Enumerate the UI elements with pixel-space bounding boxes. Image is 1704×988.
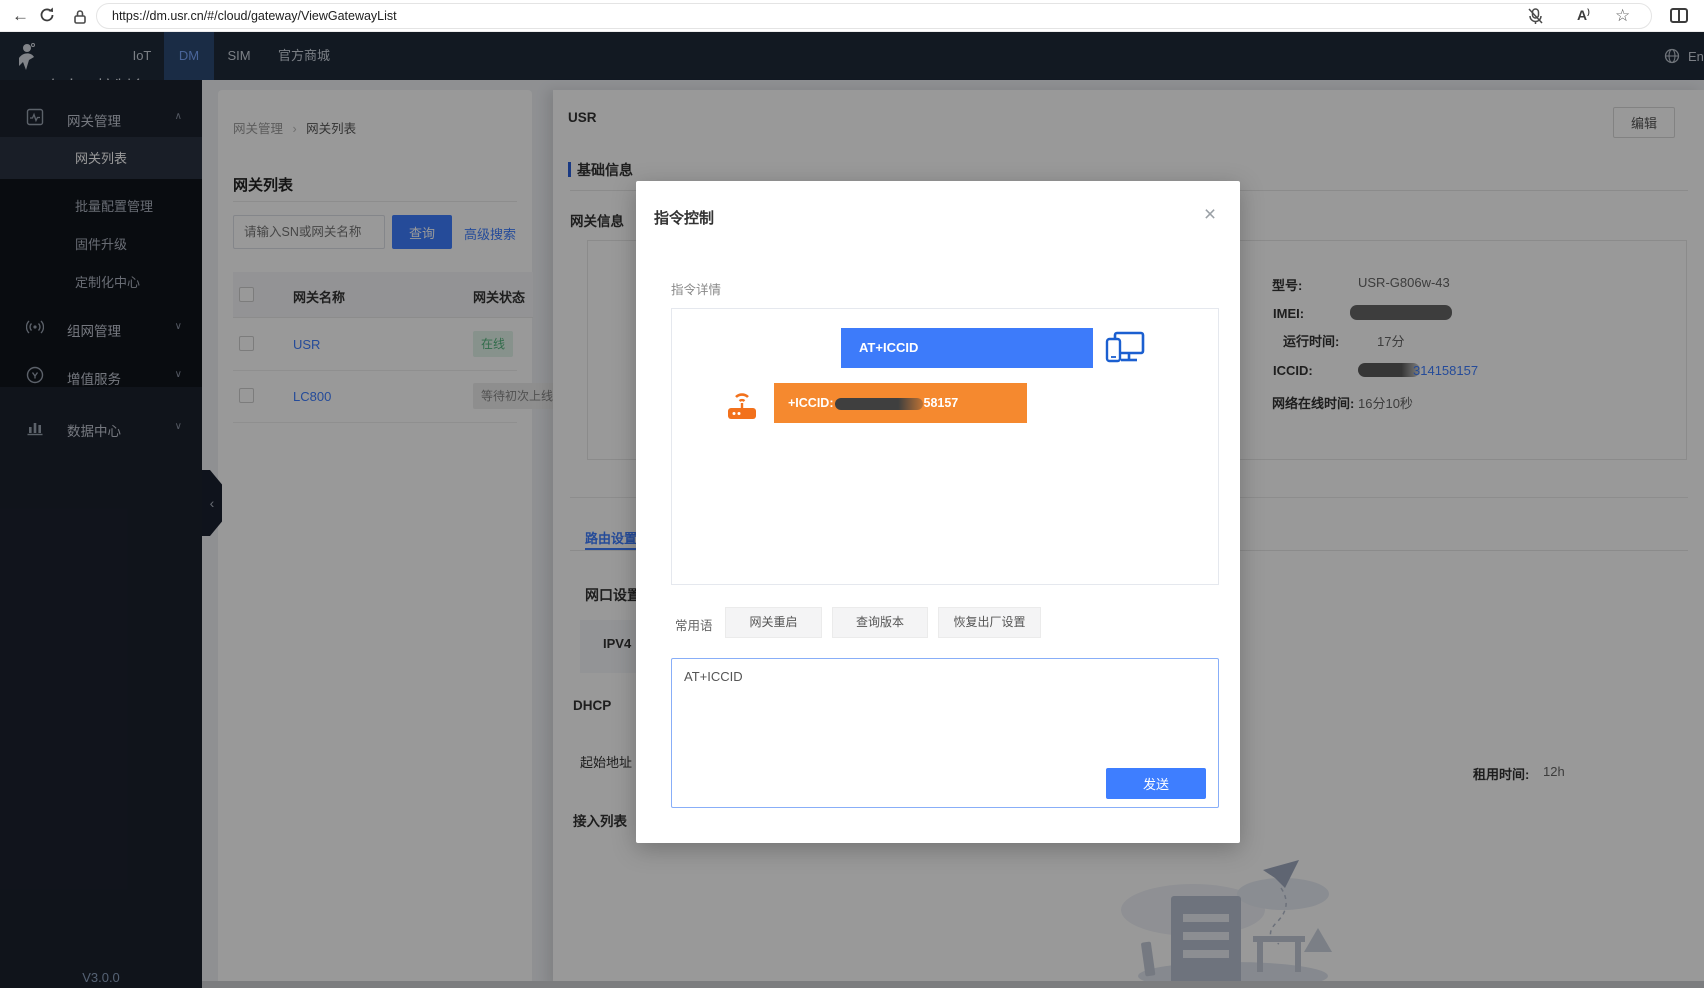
send-button[interactable]: 发送 bbox=[1106, 768, 1206, 799]
command-chat-box: AT+ICCID +ICCID: 58157 bbox=[671, 308, 1219, 585]
back-icon[interactable]: ← bbox=[12, 7, 29, 24]
client-device-icon bbox=[1105, 331, 1145, 365]
response-prefix-text: +ICCID: bbox=[788, 396, 834, 410]
gateway-router-icon bbox=[726, 385, 758, 421]
phrase-button-factory-reset[interactable]: 恢复出厂设置 bbox=[938, 607, 1041, 638]
lock-icon bbox=[73, 9, 87, 25]
screen: ← https://dm.usr.cn/#/cloud/gateway/View… bbox=[0, 0, 1704, 988]
modal-title: 指令控制 bbox=[654, 207, 714, 228]
common-phrases-label: 常用语 bbox=[675, 615, 713, 634]
response-redaction-blob bbox=[835, 398, 923, 410]
split-screen-icon[interactable] bbox=[1670, 8, 1688, 23]
favorite-star-icon[interactable]: ☆ bbox=[1615, 7, 1630, 24]
command-control-modal: 指令控制 × 指令详情 AT+ICCID bbox=[636, 181, 1240, 843]
read-aloud-icon[interactable]: A) bbox=[1577, 8, 1590, 22]
response-tail-text: 58157 bbox=[924, 396, 959, 410]
sent-command-text: AT+ICCID bbox=[859, 340, 918, 355]
response-bubble: +ICCID: 58157 bbox=[774, 383, 1027, 423]
browser-chrome: ← https://dm.usr.cn/#/cloud/gateway/View… bbox=[0, 0, 1704, 32]
command-detail-label: 指令详情 bbox=[671, 279, 721, 298]
phrase-button-query-version[interactable]: 查询版本 bbox=[832, 607, 928, 638]
refresh-icon[interactable] bbox=[38, 6, 56, 24]
mic-blocked-icon[interactable] bbox=[1527, 7, 1544, 25]
phrase-button-restart[interactable]: 网关重启 bbox=[725, 607, 822, 638]
sent-command-bubble: AT+ICCID bbox=[841, 328, 1093, 368]
url-text[interactable]: https://dm.usr.cn/#/cloud/gateway/ViewGa… bbox=[112, 9, 397, 23]
close-icon[interactable]: × bbox=[1196, 201, 1224, 229]
